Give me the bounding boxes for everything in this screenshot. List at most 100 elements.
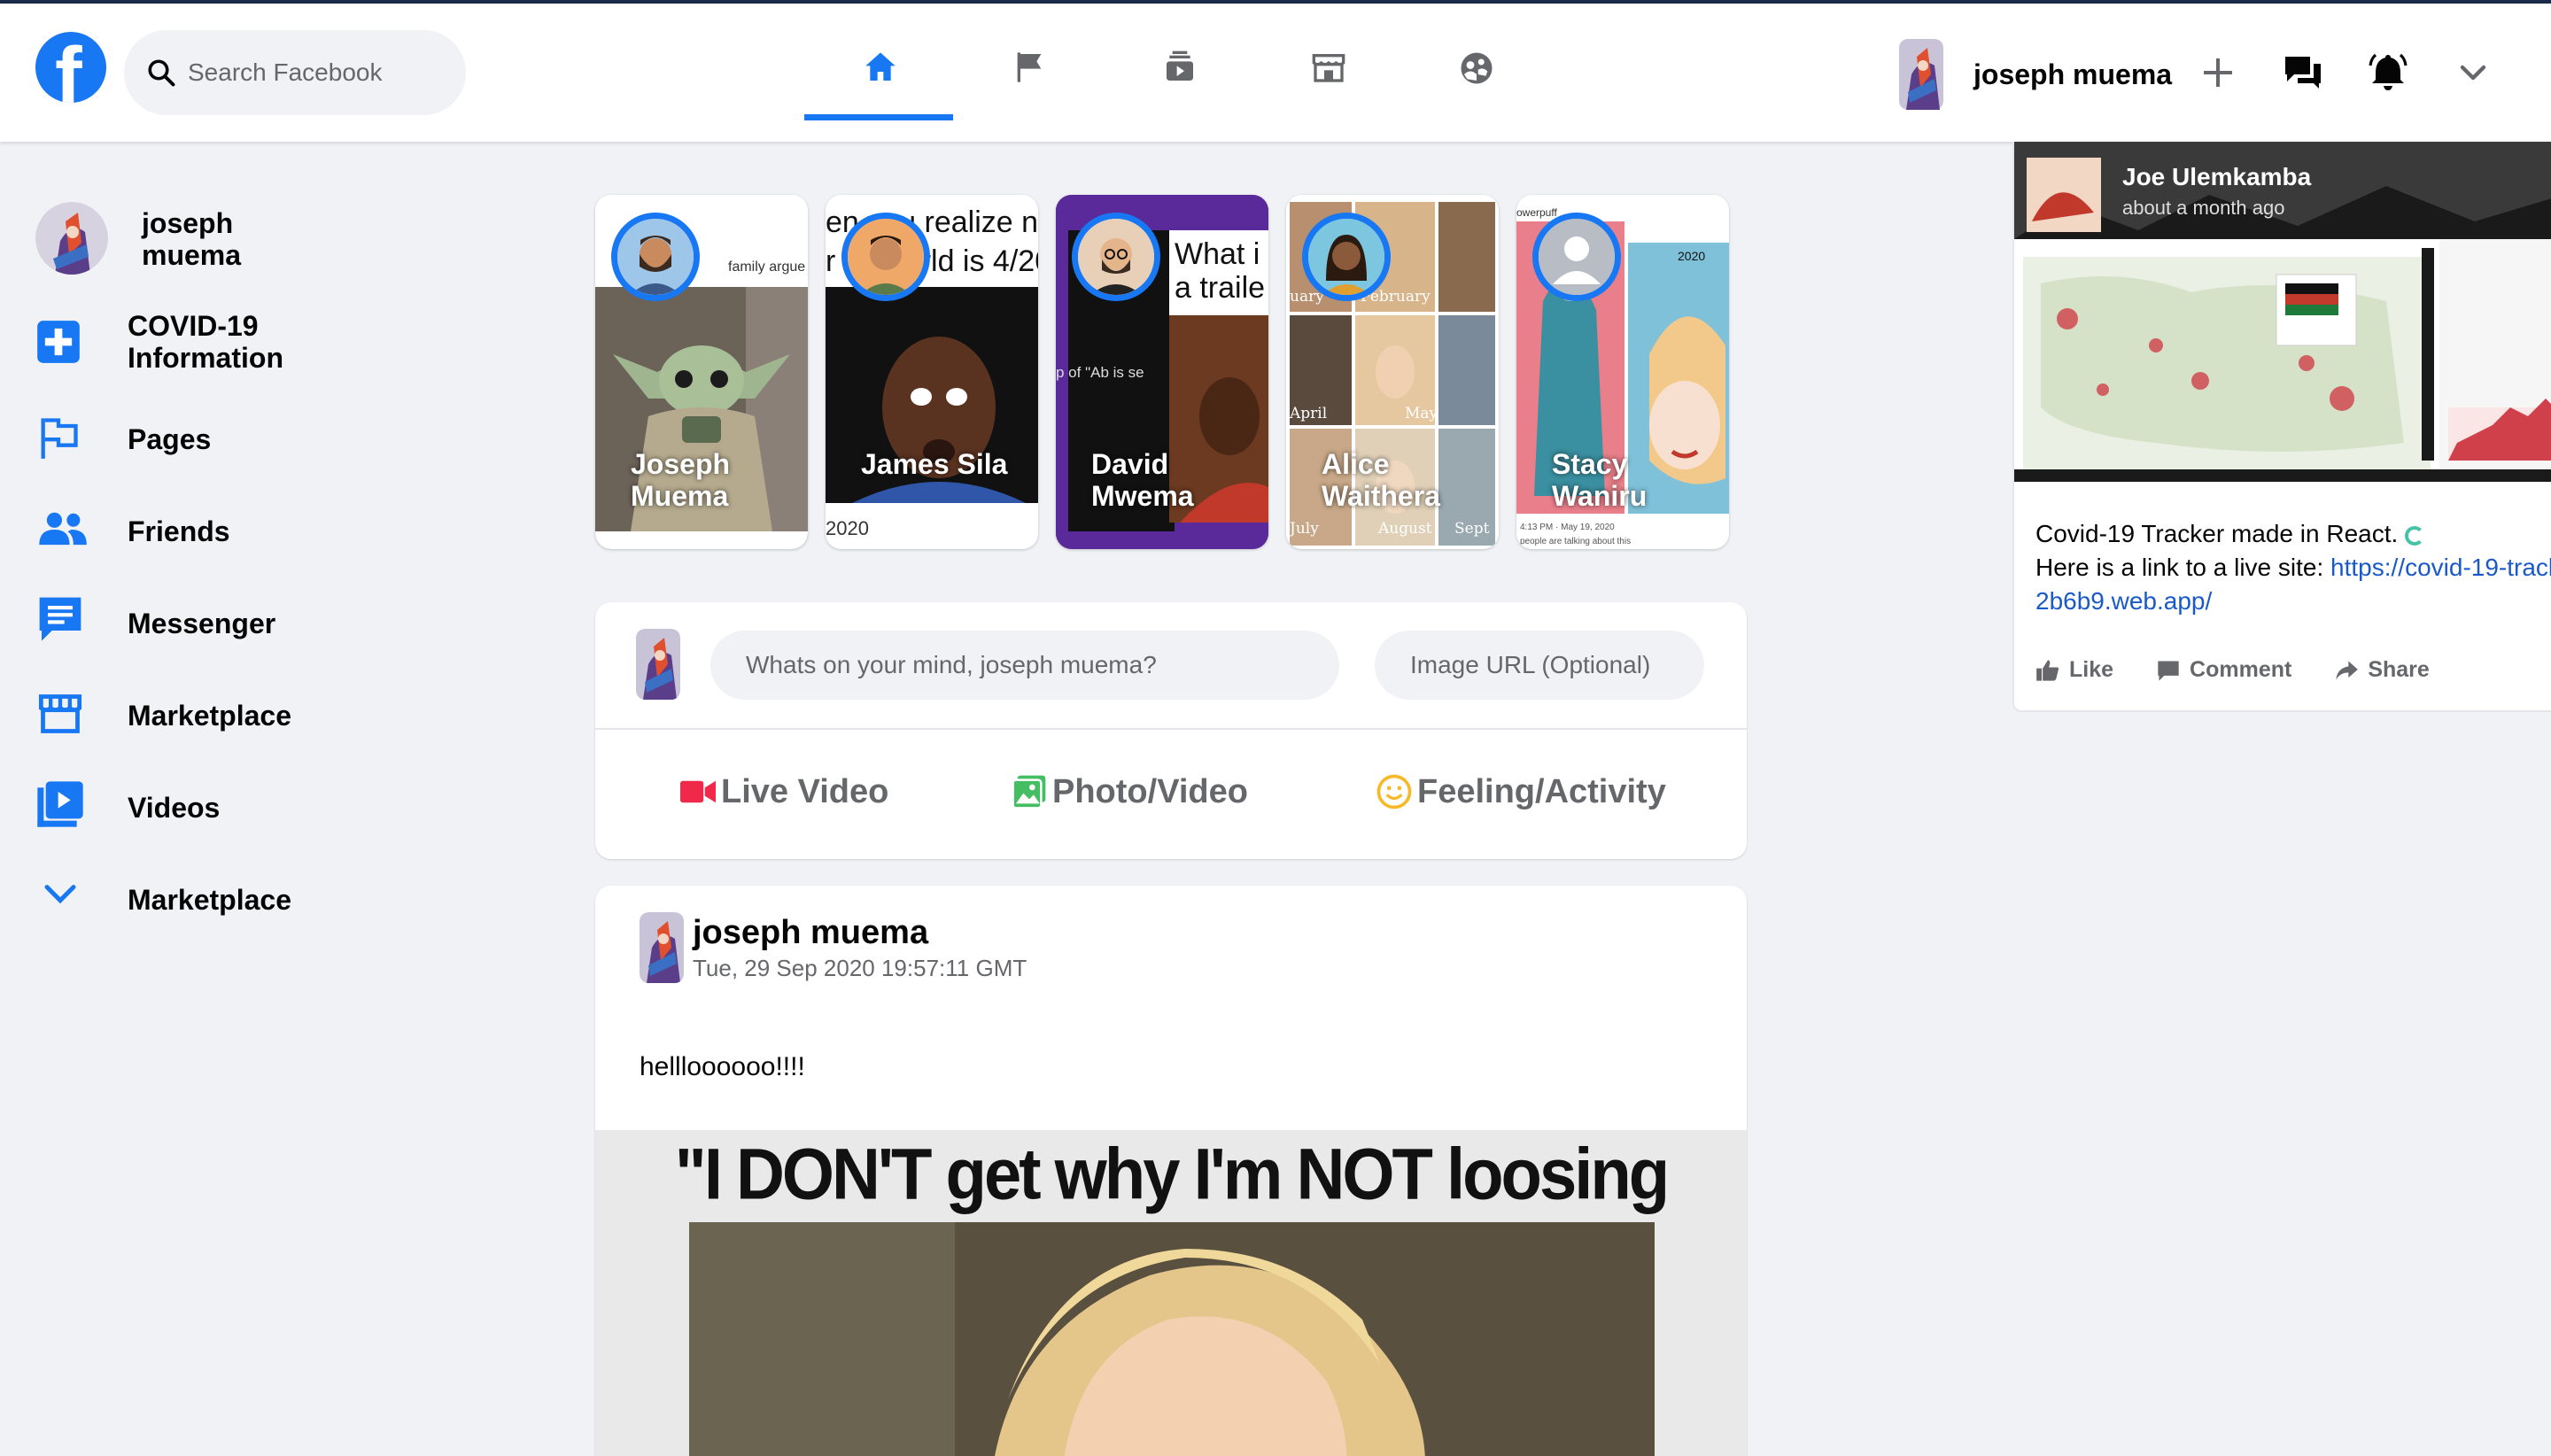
sidebar-item-friends[interactable]: Friends [35,507,531,577]
tab-pages[interactable] [953,4,1102,117]
sidebar-item-label: COVID-19 Information [128,310,283,374]
avatar[interactable] [1899,39,1943,110]
tab-watch[interactable] [1102,4,1251,117]
story-avatar [1072,213,1160,301]
feed-post: joseph muema Tue, 29 Sep 2020 19:57:11 G… [595,886,1747,1456]
svg-text:a traile: a traile [1175,271,1265,305]
story-avatar [841,213,930,301]
avatar[interactable] [636,629,680,700]
video-camera-icon [680,780,716,803]
feeling-activity-label: Feeling/Activity [1417,772,1666,810]
live-video-button[interactable]: Live Video [680,767,888,817]
story-name: Joseph Muema [631,448,731,512]
meme-photo [689,1222,1655,1456]
shared-post-time: about a month ago [2122,197,2285,219]
story-card[interactable]: uary February April May July August Sept… [1286,195,1499,549]
sidebar-item-profile[interactable]: joseph muema [35,207,531,278]
svg-text:owerpuff: owerpuff [1516,206,1557,219]
live-video-label: Live Video [721,772,889,810]
like-button[interactable]: Like [2035,657,2113,683]
post-timestamp: Tue, 29 Sep 2020 19:57:11 GMT [693,955,1027,981]
tab-marketplace[interactable] [1251,4,1400,117]
shared-post-link[interactable]: https://covid-19-track [2330,554,2551,581]
svg-text:family argue: family argue [728,259,805,275]
plus-icon[interactable] [2197,51,2239,94]
home-icon [865,52,896,81]
shared-post-link-cont[interactable]: 2b6b9.web.app/ [2035,585,2551,618]
sidebar-item-pages[interactable]: Pages [35,414,531,485]
story-avatar [1302,213,1391,301]
svg-text:2020: 2020 [1678,249,1705,263]
shop-icon [1312,54,1345,82]
svg-text:What i: What i [1175,237,1260,271]
header-user-name[interactable]: joseph muema [1973,58,2172,91]
shared-post-line2: Here is a link to a live site: [2035,554,2331,581]
post-image[interactable]: "I DON'T get why I'm NOT loosing weight!… [595,1130,1747,1456]
share-icon [2336,661,2359,679]
shop-icon [38,694,82,733]
groups-icon [1461,52,1493,84]
sidebar-item-label: Marketplace [128,884,291,916]
sidebar-item-covid[interactable]: COVID-19 Information [35,310,531,381]
svg-text:4:13 PM · May 19, 2020: 4:13 PM · May 19, 2020 [1520,523,1615,532]
sidebar-item-label: Friends [128,515,230,547]
sidebar-item-label: Videos [128,792,221,824]
shared-post-line1: Covid-19 Tracker made in React. [2035,520,2399,547]
svg-text:people are talking about this: people are talking about this [1520,537,1631,546]
story-card[interactable]: en you realize no r all world is 4/20 20… [826,195,1038,549]
svg-text:April: April [1289,405,1327,422]
shared-post-card: Joe Ulemkamba about a month ago Covid-19… [2012,142,2551,712]
story-card[interactable]: family argue Joseph Muema [595,195,808,549]
sidebar-item-messenger[interactable]: Messenger [35,597,531,670]
status-input[interactable] [710,631,1339,700]
search-input[interactable] [188,50,445,96]
post-composer: Live Video Photo/Video Feeling/Activity [595,602,1747,859]
top-navbar: f joseph muema [0,4,2551,142]
post-author[interactable]: joseph muema [693,914,928,952]
svg-text:August: August [1377,520,1432,538]
thumbs-up-icon [2036,659,2059,681]
tab-home[interactable] [804,4,953,120]
photo-icon [1012,775,1046,809]
avatar[interactable] [640,912,684,983]
image-url-input[interactable] [1375,631,1704,700]
story-name: Alice Waithera [1322,448,1440,512]
shared-post-author[interactable]: Joe Ulemkamba [2122,163,2311,191]
photo-video-button[interactable]: Photo/Video [1012,767,1248,817]
medical-cross-icon [37,321,80,363]
sidebar-item-label: Pages [128,423,212,455]
bell-icon[interactable] [2367,51,2409,94]
sidebar-item-marketplace[interactable]: Marketplace [35,691,531,762]
sidebar-item-see-more[interactable]: Marketplace [35,875,531,946]
story-name: James Sila [861,448,1008,480]
watch-icon [1167,50,1193,81]
flag-icon [1017,52,1042,82]
sidebar-item-videos[interactable]: Videos [35,781,531,854]
svg-text:2020: 2020 [826,517,869,539]
comment-button[interactable]: Comment [2156,657,2291,683]
feeling-activity-button[interactable]: Feeling/Activity [1376,767,1666,817]
sidebar-profile-name: joseph muema [142,207,242,271]
loading-spinner-icon [2405,525,2425,546]
post-thumbnail[interactable]: Joe Ulemkamba about a month ago [2014,142,2551,482]
post-text: hellloooooo!!!! [640,1052,805,1081]
story-card[interactable]: p of "Ab is se What i a traile David Mwe… [1056,195,1268,549]
messenger-icon[interactable] [2282,51,2324,94]
chevron-down-icon[interactable] [2452,51,2494,94]
story-card[interactable]: owerpuff 2020 4:13 PM · May 19, 2020 peo… [1516,195,1729,549]
tab-groups[interactable] [1400,4,1548,117]
sidebar-item-label: Messenger [128,608,276,639]
search-box[interactable] [124,30,466,115]
svg-text:May: May [1405,405,1438,422]
search-icon [148,59,175,87]
people-icon [39,512,87,546]
video-icon [37,781,83,827]
chevron-down-icon [44,885,76,904]
chat-icon [39,597,81,641]
flag-icon [41,418,78,459]
share-button[interactable]: Share [2334,657,2430,683]
divider [595,728,1747,730]
comment-icon [2158,661,2179,681]
facebook-logo[interactable]: f [35,32,106,103]
story-avatar [611,213,700,301]
